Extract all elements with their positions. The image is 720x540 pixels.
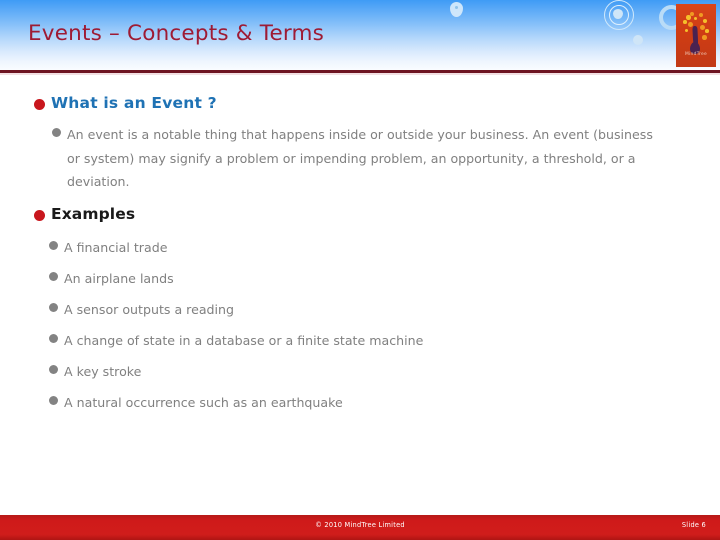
list-item-label: A natural occurrence such as an earthqua… <box>64 395 343 410</box>
section-heading-what-is-an-event: What is an Event ? <box>34 94 217 112</box>
bullet-gray-icon <box>52 128 61 137</box>
slide-header: Events – Concepts & Terms MindTree <box>0 0 720 71</box>
logo-leaf-icon <box>702 35 707 40</box>
bullet-red-icon <box>34 99 45 110</box>
body-paragraph-text: An event is a notable thing that happens… <box>67 127 653 189</box>
decorative-bubble-small-icon <box>633 35 643 45</box>
list-item-label: A key stroke <box>64 364 142 379</box>
logo-leaf-icon <box>699 13 704 18</box>
slide-body: What is an Event ? An event is a notable… <box>0 71 720 515</box>
mindtree-logo: MindTree <box>676 4 716 67</box>
bullet-gray-icon <box>49 365 58 374</box>
bullet-gray-icon <box>49 241 58 250</box>
footer-slide-number: Slide 6 <box>681 521 706 529</box>
bullet-gray-icon <box>49 396 58 405</box>
logo-leaf-icon <box>686 15 691 20</box>
section-heading-examples: Examples <box>34 205 135 223</box>
logo-leaf-icon <box>683 20 687 24</box>
list-item: A change of state in a database or a fin… <box>49 329 423 353</box>
logo-leaf-icon <box>705 29 709 33</box>
bullet-red-icon <box>34 210 45 221</box>
list-item: An airplane lands <box>49 267 174 291</box>
slide-footer: © 2010 MindTree Limited Slide 6 <box>0 515 720 540</box>
section-heading-label: Examples <box>51 205 136 223</box>
slide-title: Events – Concepts & Terms <box>28 21 325 46</box>
decorative-bubble-icon <box>450 2 463 17</box>
logo-leaf-icon <box>690 12 694 16</box>
list-item: A financial trade <box>49 236 167 260</box>
decorative-ring-mid-icon <box>609 5 629 25</box>
section-heading-label: What is an Event ? <box>51 94 217 112</box>
slide: Events – Concepts & Terms MindTree What … <box>0 0 720 540</box>
logo-leaf-icon <box>685 29 689 33</box>
logo-leaf-icon <box>703 19 707 23</box>
list-item-label: A financial trade <box>64 240 168 255</box>
body-paragraph: An event is a notable thing that happens… <box>52 123 667 194</box>
bullet-gray-icon <box>49 303 58 312</box>
list-item-label: A sensor outputs a reading <box>64 302 235 317</box>
logo-caption: MindTree <box>684 52 708 57</box>
logo-leaf-icon <box>694 17 698 21</box>
list-item-label: A change of state in a database or a fin… <box>64 333 424 348</box>
list-item: A key stroke <box>49 360 141 384</box>
list-item-label: An airplane lands <box>64 271 174 286</box>
list-item: A sensor outputs a reading <box>49 298 234 322</box>
decorative-ring-inner-icon <box>613 9 623 19</box>
footer-copyright: © 2010 MindTree Limited <box>315 521 405 529</box>
bullet-gray-icon <box>49 272 58 281</box>
list-item: A natural occurrence such as an earthqua… <box>49 391 343 415</box>
decorative-ring-outer-icon <box>604 0 634 30</box>
bullet-gray-icon <box>49 334 58 343</box>
decorative-bubble-dot-icon <box>455 6 458 9</box>
